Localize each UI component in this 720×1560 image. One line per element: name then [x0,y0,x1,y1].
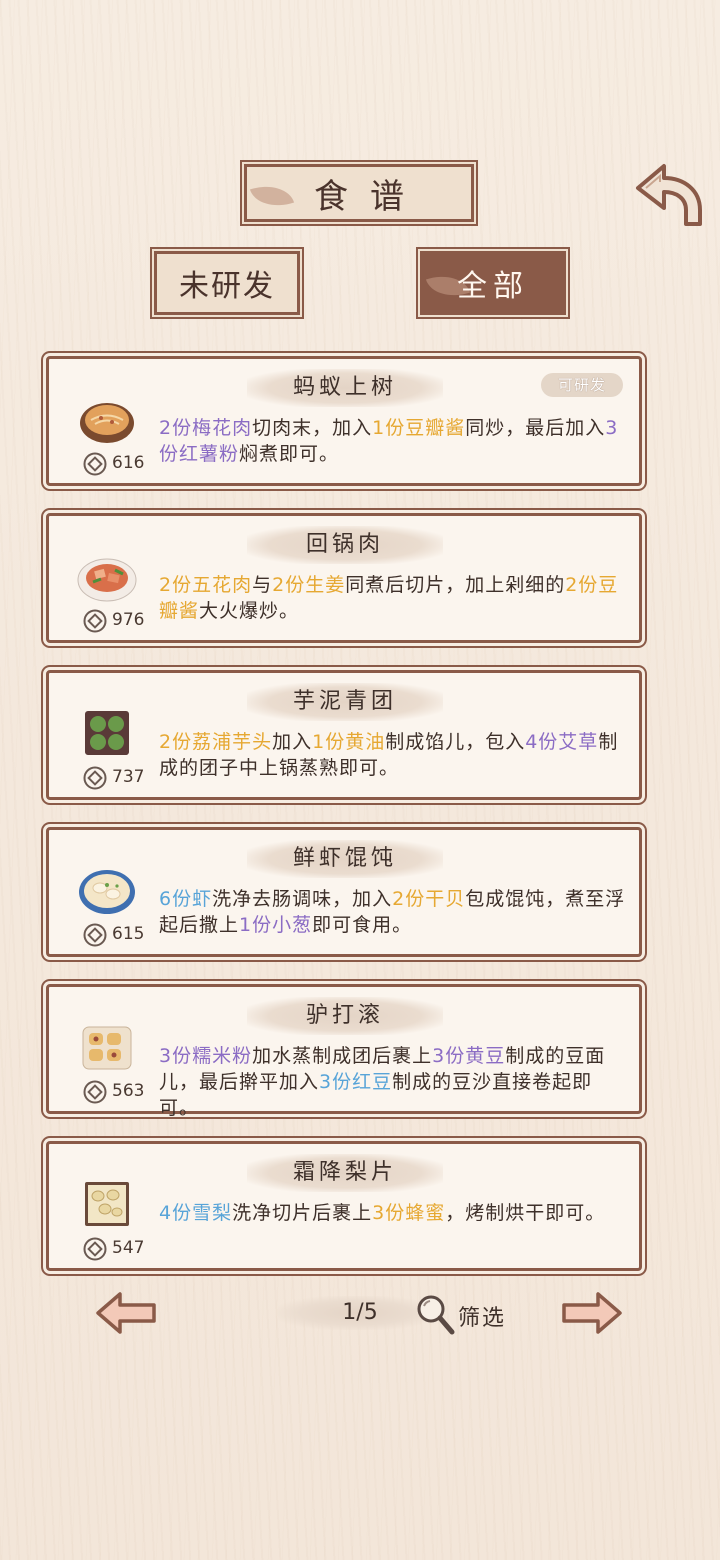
recipe-card[interactable]: 蚂蚁上树 可研发 616 2份梅花肉切肉末，加入1份豆瓣酱同炒，最后加入3份红薯粉焖煮… [46,356,642,486]
prev-page-arrow-icon[interactable] [94,1290,158,1336]
rolled-bean-cakes-plate-icon [82,1026,132,1070]
magnifier-icon [417,1295,455,1335]
recipe-book-title-plate: 食谱 [244,164,474,222]
tab-all-label: 全部 [457,269,529,304]
ingredient-highlight: 1份豆瓣酱 [372,417,466,439]
tab-undeveloped[interactable]: 未研发 [154,251,300,315]
back-arrow-icon[interactable] [630,160,706,230]
recipe-description: 3份糯米粉加水蒸制成团后裹上3份黄豆制成的豆面儿，最后擀平加入3份红豆制成的豆沙… [159,1043,629,1121]
recipe-coin-count: 615 [112,924,145,944]
recipe-name: 芋泥青团 [247,683,443,721]
recipe-description: 2份五花肉与2份生姜同煮后切片，加上剁细的2份豆瓣酱大火爆炒。 [159,572,629,624]
twice-cooked-pork-plate-icon [77,558,137,602]
coin-icon [83,1080,107,1104]
description-text: 与 [252,574,273,596]
coin-icon [83,1237,107,1261]
recipe-card[interactable]: 鲜虾馄饨 615 6份虾洗净去肠调味，加入2份干贝包成馄饨，煮至浮起后撒上1份小葱即… [46,827,642,957]
next-page-arrow-icon[interactable] [560,1290,624,1336]
ingredient-highlight: 4份艾草 [525,731,599,753]
coin-icon [83,609,107,633]
recipe-name: 霜降梨片 [247,1154,443,1192]
description-text: 即可食用。 [312,914,413,936]
recipe-description: 6份虾洗净去肠调味，加入2份干贝包成馄饨，煮至浮起后撒上1份小葱即可食用。 [159,886,629,938]
description-text: 加水蒸制成团后裹上 [252,1045,433,1067]
coin-icon [83,766,107,790]
tab-all[interactable]: 全部 [420,251,566,315]
developable-badge: 可研发 [541,373,623,397]
ingredient-highlight: 3份蜂蜜 [372,1202,446,1224]
recipe-description: 4份雪梨洗净切片后裹上3份蜂蜜，烤制烘干即可。 [159,1200,629,1226]
description-text: 洗净去肠调味，加入 [212,888,393,910]
page-indicator: 1/5 [342,1300,378,1325]
ingredient-highlight: 2份荔浦芋头 [159,731,273,753]
ingredient-highlight: 6份虾 [159,888,213,910]
ingredient-highlight: 3份红豆 [319,1071,393,1093]
ingredient-highlight: 1份黄油 [312,731,386,753]
recipe-name: 回锅肉 [247,526,443,564]
green-rice-balls-box-icon [85,711,129,755]
recipe-card[interactable]: 驴打滚 563 3份糯米粉加水蒸制成团后裹上3份黄豆制成的豆面儿，最后擀平加入3份红… [46,984,642,1119]
ingredient-highlight: 3份黄豆 [432,1045,506,1067]
description-text: 加入 [272,731,313,753]
tab-undeveloped-label: 未研发 [179,269,275,304]
minced-pork-noodles-bowl-icon [80,403,134,443]
recipe-name: 蚂蚁上树 [247,369,443,407]
recipe-coin-count: 737 [112,767,145,787]
wonton-soup-bowl-icon [79,870,135,914]
recipe-coin-count: 547 [112,1238,145,1258]
description-text: ，烤制烘干即可。 [445,1202,606,1224]
filter-label: 筛选 [458,1306,507,1331]
ingredient-highlight: 2份五花肉 [159,574,253,596]
description-text: 切肉末，加入 [252,417,373,439]
ingredient-highlight: 2份梅花肉 [159,417,253,439]
recipe-description: 2份梅花肉切肉末，加入1份豆瓣酱同炒，最后加入3份红薯粉焖煮即可。 [159,415,629,467]
filter-button[interactable]: 筛选 [414,1292,514,1336]
recipe-coin-count: 563 [112,1081,145,1101]
recipe-card[interactable]: 回锅肉 976 2份五花肉与2份生姜同煮后切片，加上剁细的2份豆瓣酱大火爆炒。 [46,513,642,643]
description-text: 大火爆炒。 [199,600,300,622]
recipe-card[interactable]: 芋泥青团 737 2份荔浦芋头加入1份黄油制成馅儿，包入4份艾草制成的团子中上锅蒸熟… [46,670,642,800]
leaf-decoration-icon [249,177,295,215]
description-text: 洗净切片后裹上 [232,1202,373,1224]
pear-chips-tray-icon [85,1182,129,1226]
recipe-name: 驴打滚 [247,997,443,1035]
recipe-coin-count: 616 [112,453,145,473]
ingredient-highlight: 1份小葱 [239,914,313,936]
ingredient-highlight: 2份干贝 [392,888,466,910]
ingredient-highlight: 4份雪梨 [159,1202,233,1224]
recipe-description: 2份荔浦芋头加入1份黄油制成馅儿，包入4份艾草制成的团子中上锅蒸熟即可。 [159,729,629,781]
ingredient-highlight: 2份生姜 [272,574,346,596]
ingredient-highlight: 3份糯米粉 [159,1045,253,1067]
recipe-coin-count: 976 [112,610,145,630]
description-text: 制成馅儿，包入 [385,731,526,753]
coin-icon [83,923,107,947]
description-text: 同煮后切片，加上剁细的 [345,574,566,596]
coin-icon [83,452,107,476]
recipe-name: 鲜虾馄饨 [247,840,443,878]
description-text: 同炒，最后加入 [465,417,606,439]
description-text: 焖煮即可。 [239,443,340,465]
recipe-card[interactable]: 霜降梨片 547 4份雪梨洗净切片后裹上3份蜂蜜，烤制烘干即可。 [46,1141,642,1271]
page-title: 食谱 [314,176,426,217]
